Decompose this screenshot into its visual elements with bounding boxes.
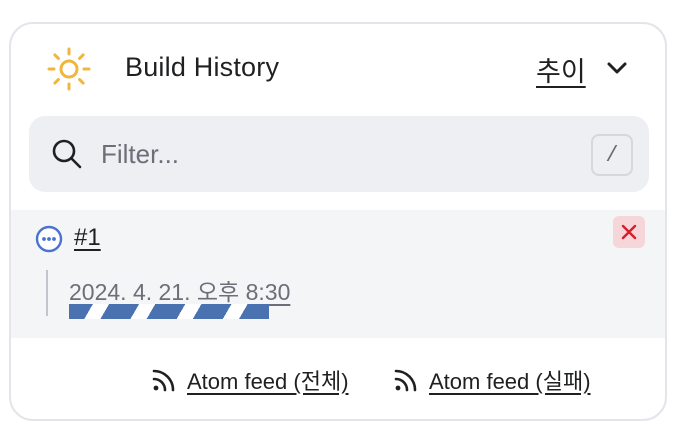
build-progress-bar — [69, 304, 269, 319]
atom-feed-failed-link[interactable]: Atom feed (실패) — [393, 364, 591, 396]
search-bar: / — [29, 116, 649, 192]
in-progress-status-icon — [35, 225, 63, 253]
sun-icon — [47, 47, 91, 91]
atom-feed-all-link[interactable]: Atom feed (전체) — [151, 364, 349, 396]
build-number-link[interactable]: #1 — [74, 224, 101, 252]
search-icon — [52, 139, 82, 169]
close-icon — [621, 224, 637, 240]
atom-feed-all-label: Atom feed (전체) — [187, 369, 349, 394]
atom-feed-failed-label: Atom feed (실패) — [429, 369, 591, 394]
keyboard-shortcut-badge: / — [591, 134, 633, 176]
widget-title: Build History — [125, 52, 280, 82]
build-timestamp-link[interactable]: 2024. 4. 21. 오후 8:30 — [69, 273, 290, 307]
rss-icon — [394, 369, 417, 392]
widget-header: Build History 추이 — [11, 24, 665, 112]
rss-icon — [152, 369, 175, 392]
trend-link[interactable]: 추이 — [536, 50, 586, 89]
build-history-widget: Build History 추이 / #1 2024. 4. 21. 오후 8:… — [9, 22, 667, 421]
filter-input[interactable] — [101, 134, 561, 174]
timeline-divider — [46, 270, 48, 316]
cancel-build-button[interactable] — [613, 216, 645, 248]
chevron-down-icon[interactable] — [603, 54, 631, 82]
